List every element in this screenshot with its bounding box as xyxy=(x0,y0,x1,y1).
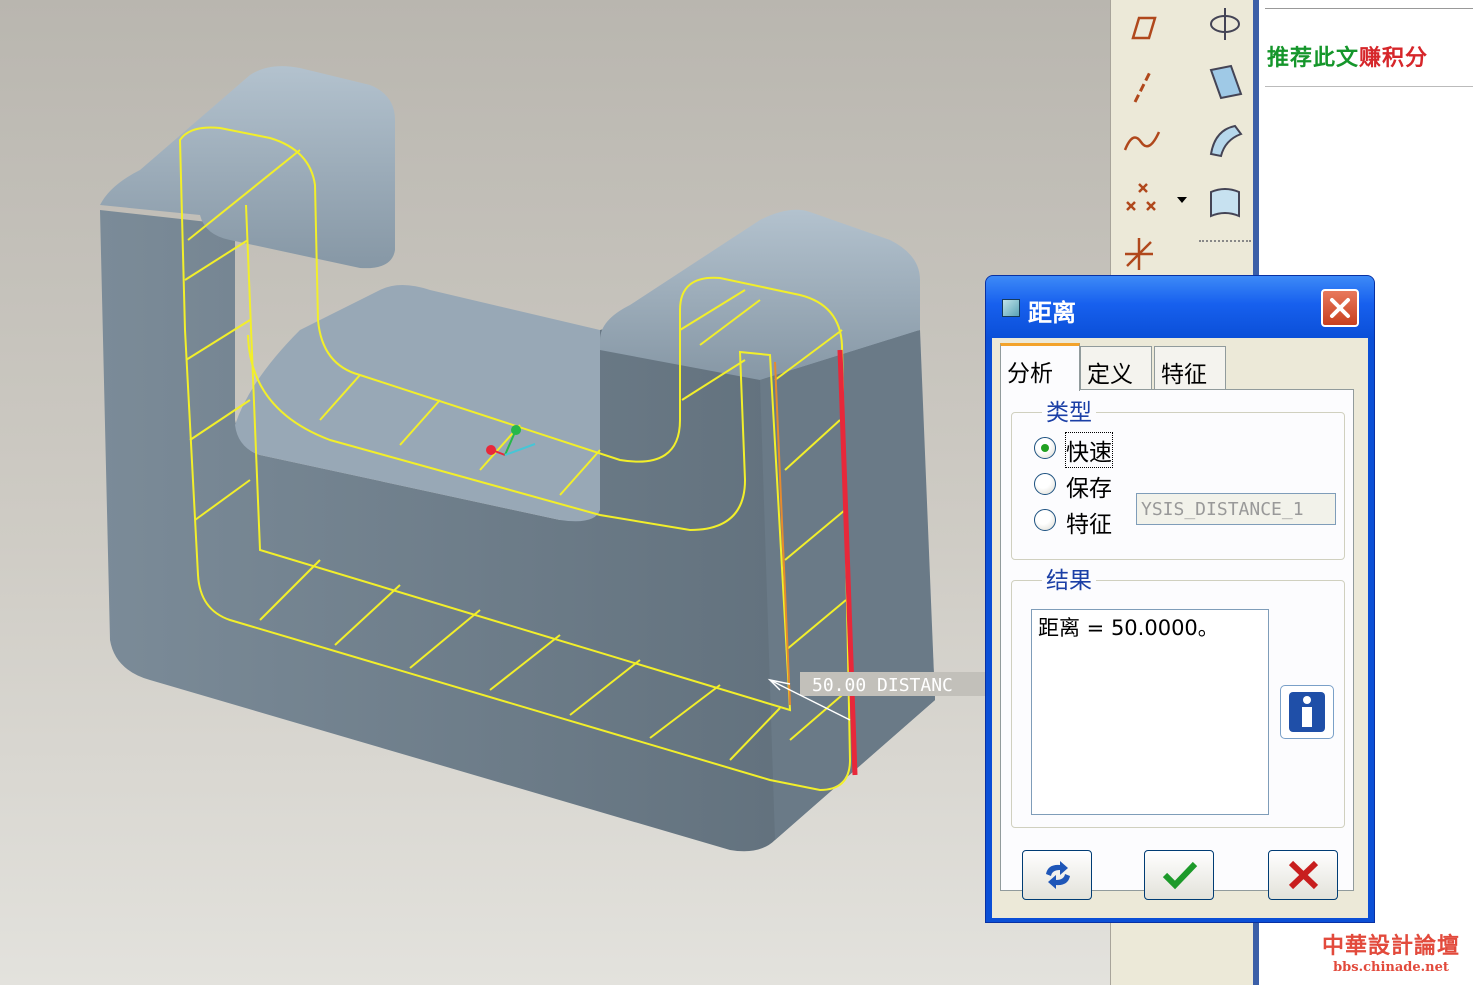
dialog-titlebar[interactable]: 距离 xyxy=(986,276,1374,338)
check-icon xyxy=(1162,861,1198,890)
watermark-url: bbs.chinade.net xyxy=(1333,960,1449,975)
result-group: 结果 距离 = 50.0000。 xyxy=(1011,561,1345,828)
earn-points-text[interactable]: 赚积分 xyxy=(1359,45,1428,71)
sketch-surface-icon[interactable] xyxy=(1205,182,1245,222)
result-text-area[interactable]: 距离 = 50.0000。 xyxy=(1031,609,1269,815)
recommend-text[interactable]: 推荐此文 xyxy=(1267,45,1359,71)
close-button[interactable] xyxy=(1321,289,1359,327)
radio-quick-label[interactable]: 快速 xyxy=(1065,432,1113,468)
analysis-name-input[interactable]: YSIS_DISTANCE_1 xyxy=(1136,493,1336,525)
graphics-viewport[interactable]: 50.00 DISTANC xyxy=(0,0,1110,985)
radio-feature-button[interactable] xyxy=(1034,509,1056,531)
radio-save-label[interactable]: 保存 xyxy=(1066,469,1112,503)
surface-merge-icon[interactable] xyxy=(1205,120,1245,160)
plane-icon[interactable] xyxy=(1123,8,1163,48)
radio-feature-label[interactable]: 特征 xyxy=(1066,505,1112,539)
axis-icon[interactable] xyxy=(1123,66,1163,106)
dialog-title: 距离 xyxy=(1028,299,1076,327)
window-icon xyxy=(1002,299,1020,317)
repeat-button[interactable] xyxy=(1022,850,1092,900)
type-group: 类型 快速 保存 特征 YSIS_DISTANCE_1 xyxy=(1011,393,1345,560)
model-view[interactable]: 50.00 DISTANC xyxy=(0,0,1110,985)
ok-button[interactable] xyxy=(1144,850,1214,900)
radio-save-button[interactable] xyxy=(1034,473,1056,495)
result-group-label: 结果 xyxy=(1042,561,1096,595)
analysis-panel: 类型 快速 保存 特征 YSIS_DISTANCE_1 结果 距离 = 50.0… xyxy=(1000,389,1354,891)
dimension-label: 50.00 DISTANC xyxy=(812,675,953,696)
close-icon xyxy=(1330,298,1350,318)
recommend-link[interactable]: 推荐此文赚积分 xyxy=(1267,40,1428,72)
tab-definition[interactable]: 定义 xyxy=(1080,346,1152,390)
curve-icon[interactable] xyxy=(1121,120,1161,160)
info-icon xyxy=(1289,692,1325,732)
distance-dialog: 距离 分析 定义 特征 类型 快速 保存 特征 YSIS_DISTANCE_1 … xyxy=(985,275,1375,923)
panel-top-border xyxy=(1265,0,1473,9)
watermark-title: 中華設計論壇 xyxy=(1321,933,1460,959)
info-button[interactable] xyxy=(1280,685,1334,739)
dialog-body: 分析 定义 特征 类型 快速 保存 特征 YSIS_DISTANCE_1 结果 … xyxy=(992,338,1368,918)
point-icon[interactable] xyxy=(1121,180,1161,220)
watermark: 中華設計論壇 bbs.chinade.net xyxy=(1316,928,1466,975)
radio-quick-button[interactable] xyxy=(1034,437,1056,459)
x-icon xyxy=(1288,860,1319,890)
divider xyxy=(1265,86,1473,87)
surface-offset-icon[interactable] xyxy=(1205,62,1245,102)
tab-feature[interactable]: 特征 xyxy=(1154,346,1226,390)
type-group-label: 类型 xyxy=(1042,393,1096,427)
toolbar-separator xyxy=(1199,240,1251,244)
coordinate-system-icon[interactable] xyxy=(1119,234,1159,274)
point-on-axis-icon[interactable] xyxy=(1203,4,1243,44)
repeat-icon xyxy=(1046,861,1070,889)
tab-analysis[interactable]: 分析 xyxy=(1000,343,1080,391)
cancel-button[interactable] xyxy=(1268,850,1338,900)
chevron-down-icon[interactable] xyxy=(1175,194,1189,206)
